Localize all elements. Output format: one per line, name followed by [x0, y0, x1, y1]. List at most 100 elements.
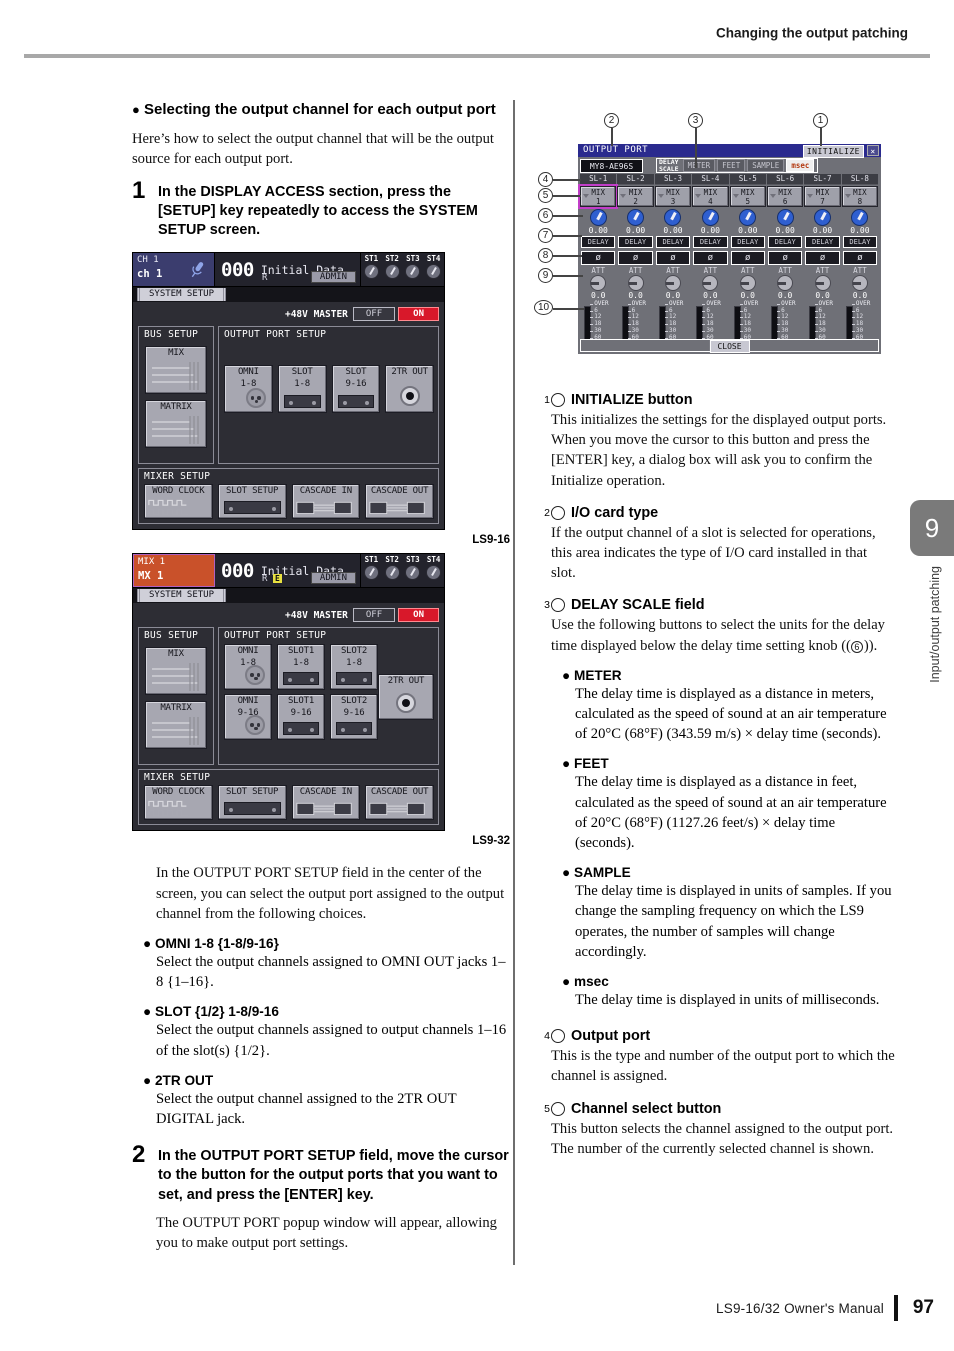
att-knob[interactable] [590, 275, 607, 291]
delay-button[interactable]: DELAY [618, 236, 653, 248]
att-knob[interactable] [851, 275, 868, 291]
att-knob[interactable] [777, 275, 794, 291]
delay-button[interactable]: DELAY [693, 236, 728, 248]
lcd16-slot-setup-button[interactable]: SLOT SETUP [217, 484, 287, 520]
lcd16-omni-1-8-button[interactable]: OMNI 1-8 [224, 365, 273, 414]
output-port-label: SL-5 [729, 174, 766, 185]
phase-button[interactable]: ø [581, 251, 616, 265]
lcd16-tab-system-setup[interactable]: SYSTEM SETUP [137, 288, 227, 302]
lcd16-body: +48V MASTER OFF ON BUS SETUP MIX MATRIX … [133, 302, 444, 530]
phase-button[interactable]: ø [618, 251, 653, 265]
delay-button[interactable]: DELAY [842, 236, 878, 248]
channel-select-button[interactable]: MIX 2 [617, 186, 654, 207]
att-knob[interactable] [627, 275, 644, 291]
sub-bullet-msec-head: ● msec [562, 974, 609, 990]
lcd32-channel-label-top: MIX 1 [138, 557, 166, 568]
att-label: ATT [703, 266, 718, 275]
lcd16-mixer-buttons: WORD CLOCK SLOT SETUP CASCADE IN CASCADE… [144, 484, 434, 520]
page-header: Changing the output patching [0, 0, 954, 60]
phase-button[interactable]: ø [693, 251, 728, 265]
lcd16-bus-matrix-button[interactable]: MATRIX [145, 400, 207, 449]
lcd32-cascade-in-button[interactable]: CASCADE IN [291, 785, 361, 821]
delay-scale-feet-button[interactable]: FEET [717, 159, 746, 172]
lcd32-phantom-off-button[interactable]: OFF [352, 608, 396, 623]
phase-button[interactable]: ø [730, 251, 765, 265]
lcd32-omni-1-8-button[interactable]: OMNI 1-8 [224, 644, 272, 691]
delay-button[interactable]: DELAY [730, 236, 765, 248]
lcd32-cascade-out-button[interactable]: CASCADE OUT [365, 785, 434, 821]
delay-knob[interactable] [701, 209, 719, 226]
channel-select-button[interactable]: MIX 8 [841, 186, 879, 207]
bullet-omni-head-text: OMNI 1-8 {1-8/9-16} [155, 935, 279, 951]
delay-button[interactable]: DELAY [805, 236, 840, 248]
callout-1: 1 [813, 113, 828, 128]
lcd32-slot2-9-16-button[interactable]: SLOT2 9-16 [330, 694, 378, 741]
close-button[interactable]: CLOSE [709, 340, 750, 353]
delay-button[interactable]: DELAY [581, 236, 616, 248]
delay-knob[interactable] [627, 209, 645, 226]
sub-bullet-meter-head: ● METER [562, 667, 622, 683]
att-knob[interactable] [814, 275, 831, 291]
lcd32-bus-mix-button[interactable]: MIX [145, 647, 207, 696]
lcd32-slot1-1-8-l2: 1-8 [293, 657, 309, 668]
delay-scale-msec-button[interactable]: msec [786, 159, 815, 172]
channel-select-button[interactable]: MIX 4 [692, 186, 729, 207]
delay-scale-meter-button[interactable]: METER [682, 159, 716, 172]
st-knob-icon [426, 264, 442, 280]
item-3-body: Use the following buttons to select the … [551, 615, 895, 655]
bullet-omni-body: Select the output channels assigned to O… [156, 953, 506, 991]
phase-button[interactable]: ø [655, 251, 691, 265]
chevron-down-icon [695, 194, 702, 198]
lcd32-slot1-1-8-button[interactable]: SLOT1 1-8 [277, 644, 325, 691]
lcd32-slot2-1-8-button[interactable]: SLOT2 1-8 [330, 644, 378, 691]
channel-select-button[interactable]: MIX 7 [804, 186, 841, 207]
lcd16-cascade-out-button[interactable]: CASCADE OUT [365, 484, 434, 520]
phase-button[interactable]: ø [767, 251, 803, 265]
lcd32-bus-matrix-button[interactable]: MATRIX [145, 701, 207, 750]
delay-button[interactable]: DELAY [655, 236, 691, 248]
phase-button[interactable]: ø [842, 251, 878, 265]
delay-knob[interactable] [776, 209, 794, 226]
lcd32-phantom-on-button[interactable]: ON [398, 608, 439, 623]
lcd32-slot-setup-label: SLOT SETUP [226, 787, 279, 798]
delay-button[interactable]: DELAY [767, 236, 803, 248]
channel-select-button[interactable]: MIX 5 [729, 186, 766, 207]
lcd32-tab-system-setup[interactable]: SYSTEM SETUP [137, 589, 227, 603]
channel-select-button[interactable]: MIX 6 [766, 186, 804, 207]
lcd32-omni-9-16-button[interactable]: OMNI 9-16 [224, 694, 272, 741]
footer-divider [894, 1295, 898, 1321]
delay-knob[interactable] [739, 209, 757, 226]
lcd16-phantom-off-button[interactable]: OFF [352, 307, 396, 322]
coax-jack-icon [396, 693, 416, 714]
lcd16-channel-label-top: CH 1 [137, 255, 159, 266]
channel-select-button[interactable]: MIX 3 [654, 186, 692, 207]
lcd16-slot-9-16-button[interactable]: SLOT 9-16 [331, 365, 381, 414]
lcd32-scene-area: 000 Initial Data R E ADMIN [215, 554, 360, 588]
delay-scale-sample-button[interactable]: SAMPLE [747, 159, 785, 172]
channel-strip: SL-8 MIX 8 0.00 DELAY ø ATT 0.0 OVER 6 1… [841, 174, 879, 347]
channel-select-button[interactable]: MIX 1 [577, 184, 619, 209]
phase-button[interactable]: ø [805, 251, 840, 265]
lcd16-word-clock-button[interactable]: WORD CLOCK [144, 484, 213, 520]
lcd32-2tr-out-button[interactable]: 2TR OUT [378, 674, 434, 721]
initialize-button[interactable]: INITIALIZE [802, 145, 864, 158]
lcd32-slot1-9-16-button[interactable]: SLOT1 9-16 [277, 694, 325, 741]
lcd16-bus-mix-button[interactable]: MIX [145, 346, 207, 395]
delay-knob[interactable] [814, 209, 832, 226]
lcd16-2tr-out-button[interactable]: 2TR OUT [385, 365, 434, 414]
delay-knob[interactable] [664, 209, 682, 226]
att-knob[interactable] [664, 275, 681, 291]
channel-number: 8 [857, 197, 863, 206]
lcd32-st-label: ST3 [406, 555, 420, 565]
slot-card-icon [283, 395, 321, 409]
lcd16-cascade-in-button[interactable]: CASCADE IN [291, 484, 361, 520]
lcd32-word-clock-button[interactable]: WORD CLOCK [144, 785, 213, 821]
delay-knob[interactable] [851, 209, 869, 226]
lcd16-slot-1-8-button[interactable]: SLOT 1-8 [277, 365, 327, 414]
att-knob[interactable] [702, 275, 719, 291]
lcd16-phantom-on-button[interactable]: ON [398, 307, 439, 322]
close-icon[interactable]: × [867, 145, 879, 156]
att-knob[interactable] [739, 275, 756, 291]
lcd32-slot-setup-button[interactable]: SLOT SETUP [217, 785, 287, 821]
delay-knob[interactable] [589, 209, 607, 226]
